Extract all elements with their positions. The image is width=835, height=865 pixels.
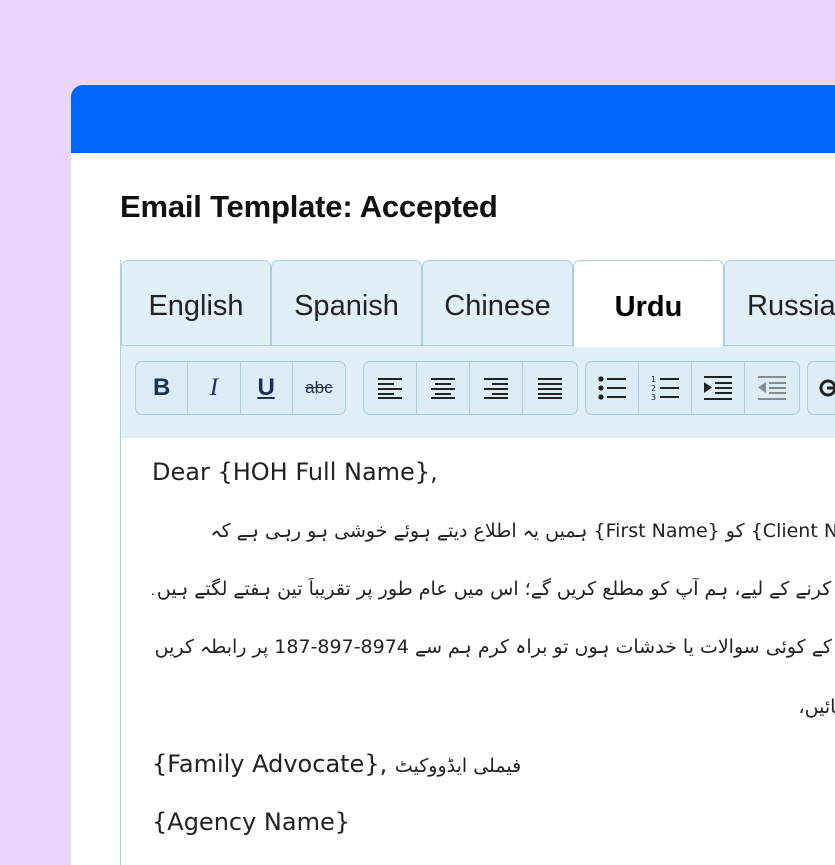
svg-text:3: 3 — [651, 393, 656, 401]
italic-button[interactable]: I — [188, 362, 241, 414]
list-indent-group: 123 — [585, 361, 800, 415]
body-line-1: {Client Name} کو {First Name} ہمیں یہ اط… — [210, 520, 835, 542]
tab-russian[interactable]: Russian — [724, 260, 835, 345]
text-style-group: B I U abc — [135, 361, 346, 415]
svg-text:2: 2 — [651, 384, 656, 393]
indent-button[interactable] — [692, 362, 745, 414]
editor-content[interactable]: Dear {HOH Full Name}, {Client Name} کو {… — [121, 438, 835, 865]
formatting-toolbar: B I U abc 1 2 3 — [121, 345, 835, 439]
align-justify-button[interactable] — [523, 362, 576, 414]
greeting-line: Dear {HOH Full Name}, — [152, 458, 438, 486]
signature-advocate: {Family Advocate}, فیملی ایڈووکیٹ — [152, 750, 521, 778]
outdent-button[interactable] — [745, 362, 798, 414]
window-title-bar — [71, 85, 835, 153]
signature-agency: {Agency Name} — [152, 808, 350, 836]
alignment-group — [363, 361, 578, 415]
indent-icon — [704, 376, 732, 400]
numbered-list-button[interactable]: 123 — [639, 362, 692, 414]
link-group — [807, 361, 835, 415]
link-button[interactable] — [808, 362, 835, 414]
strikethrough-button[interactable]: abc — [293, 362, 345, 414]
align-center-icon — [431, 378, 455, 399]
bold-button[interactable]: B — [136, 362, 189, 414]
svg-text:1: 1 — [651, 375, 656, 384]
language-tabs: English Spanish Chinese Urdu Russian — [121, 260, 835, 347]
closing-line: نیک تمنائیں، — [798, 696, 835, 718]
rich-text-editor: English Spanish Chinese Urdu Russian B I… — [120, 260, 835, 865]
body-line-3: اگر آپ کے کوئی سوالات یا خدشات ہوں تو بر… — [152, 636, 835, 658]
bullet-list-button[interactable] — [586, 362, 639, 414]
tab-english[interactable]: English — [121, 260, 271, 345]
align-left-icon — [378, 378, 402, 399]
bullet-list-icon — [598, 376, 626, 400]
link-icon — [819, 379, 835, 397]
align-left-button[interactable] — [364, 362, 417, 414]
underline-button[interactable]: U — [241, 362, 293, 414]
email-template-window: Email Template: Accepted English Spanish… — [71, 85, 835, 865]
align-center-button[interactable] — [417, 362, 470, 414]
align-right-button[interactable] — [470, 362, 523, 414]
tab-urdu[interactable]: Urdu — [573, 260, 724, 347]
align-right-icon — [484, 378, 508, 399]
align-justify-icon — [537, 378, 562, 399]
tab-chinese[interactable]: Chinese — [422, 260, 573, 345]
advocate-urdu-label: فیملی ایڈووکیٹ — [394, 755, 522, 777]
advocate-placeholder: {Family Advocate}, — [152, 750, 388, 778]
numbered-list-icon: 123 — [651, 375, 679, 401]
page-title: Email Template: Accepted — [120, 189, 498, 224]
body-line-2: شیڈول کرنے کے لیے، ہم آپ کو مطلع کریں گے… — [152, 578, 835, 600]
tab-spanish[interactable]: Spanish — [271, 260, 422, 345]
outdent-icon — [757, 376, 786, 400]
